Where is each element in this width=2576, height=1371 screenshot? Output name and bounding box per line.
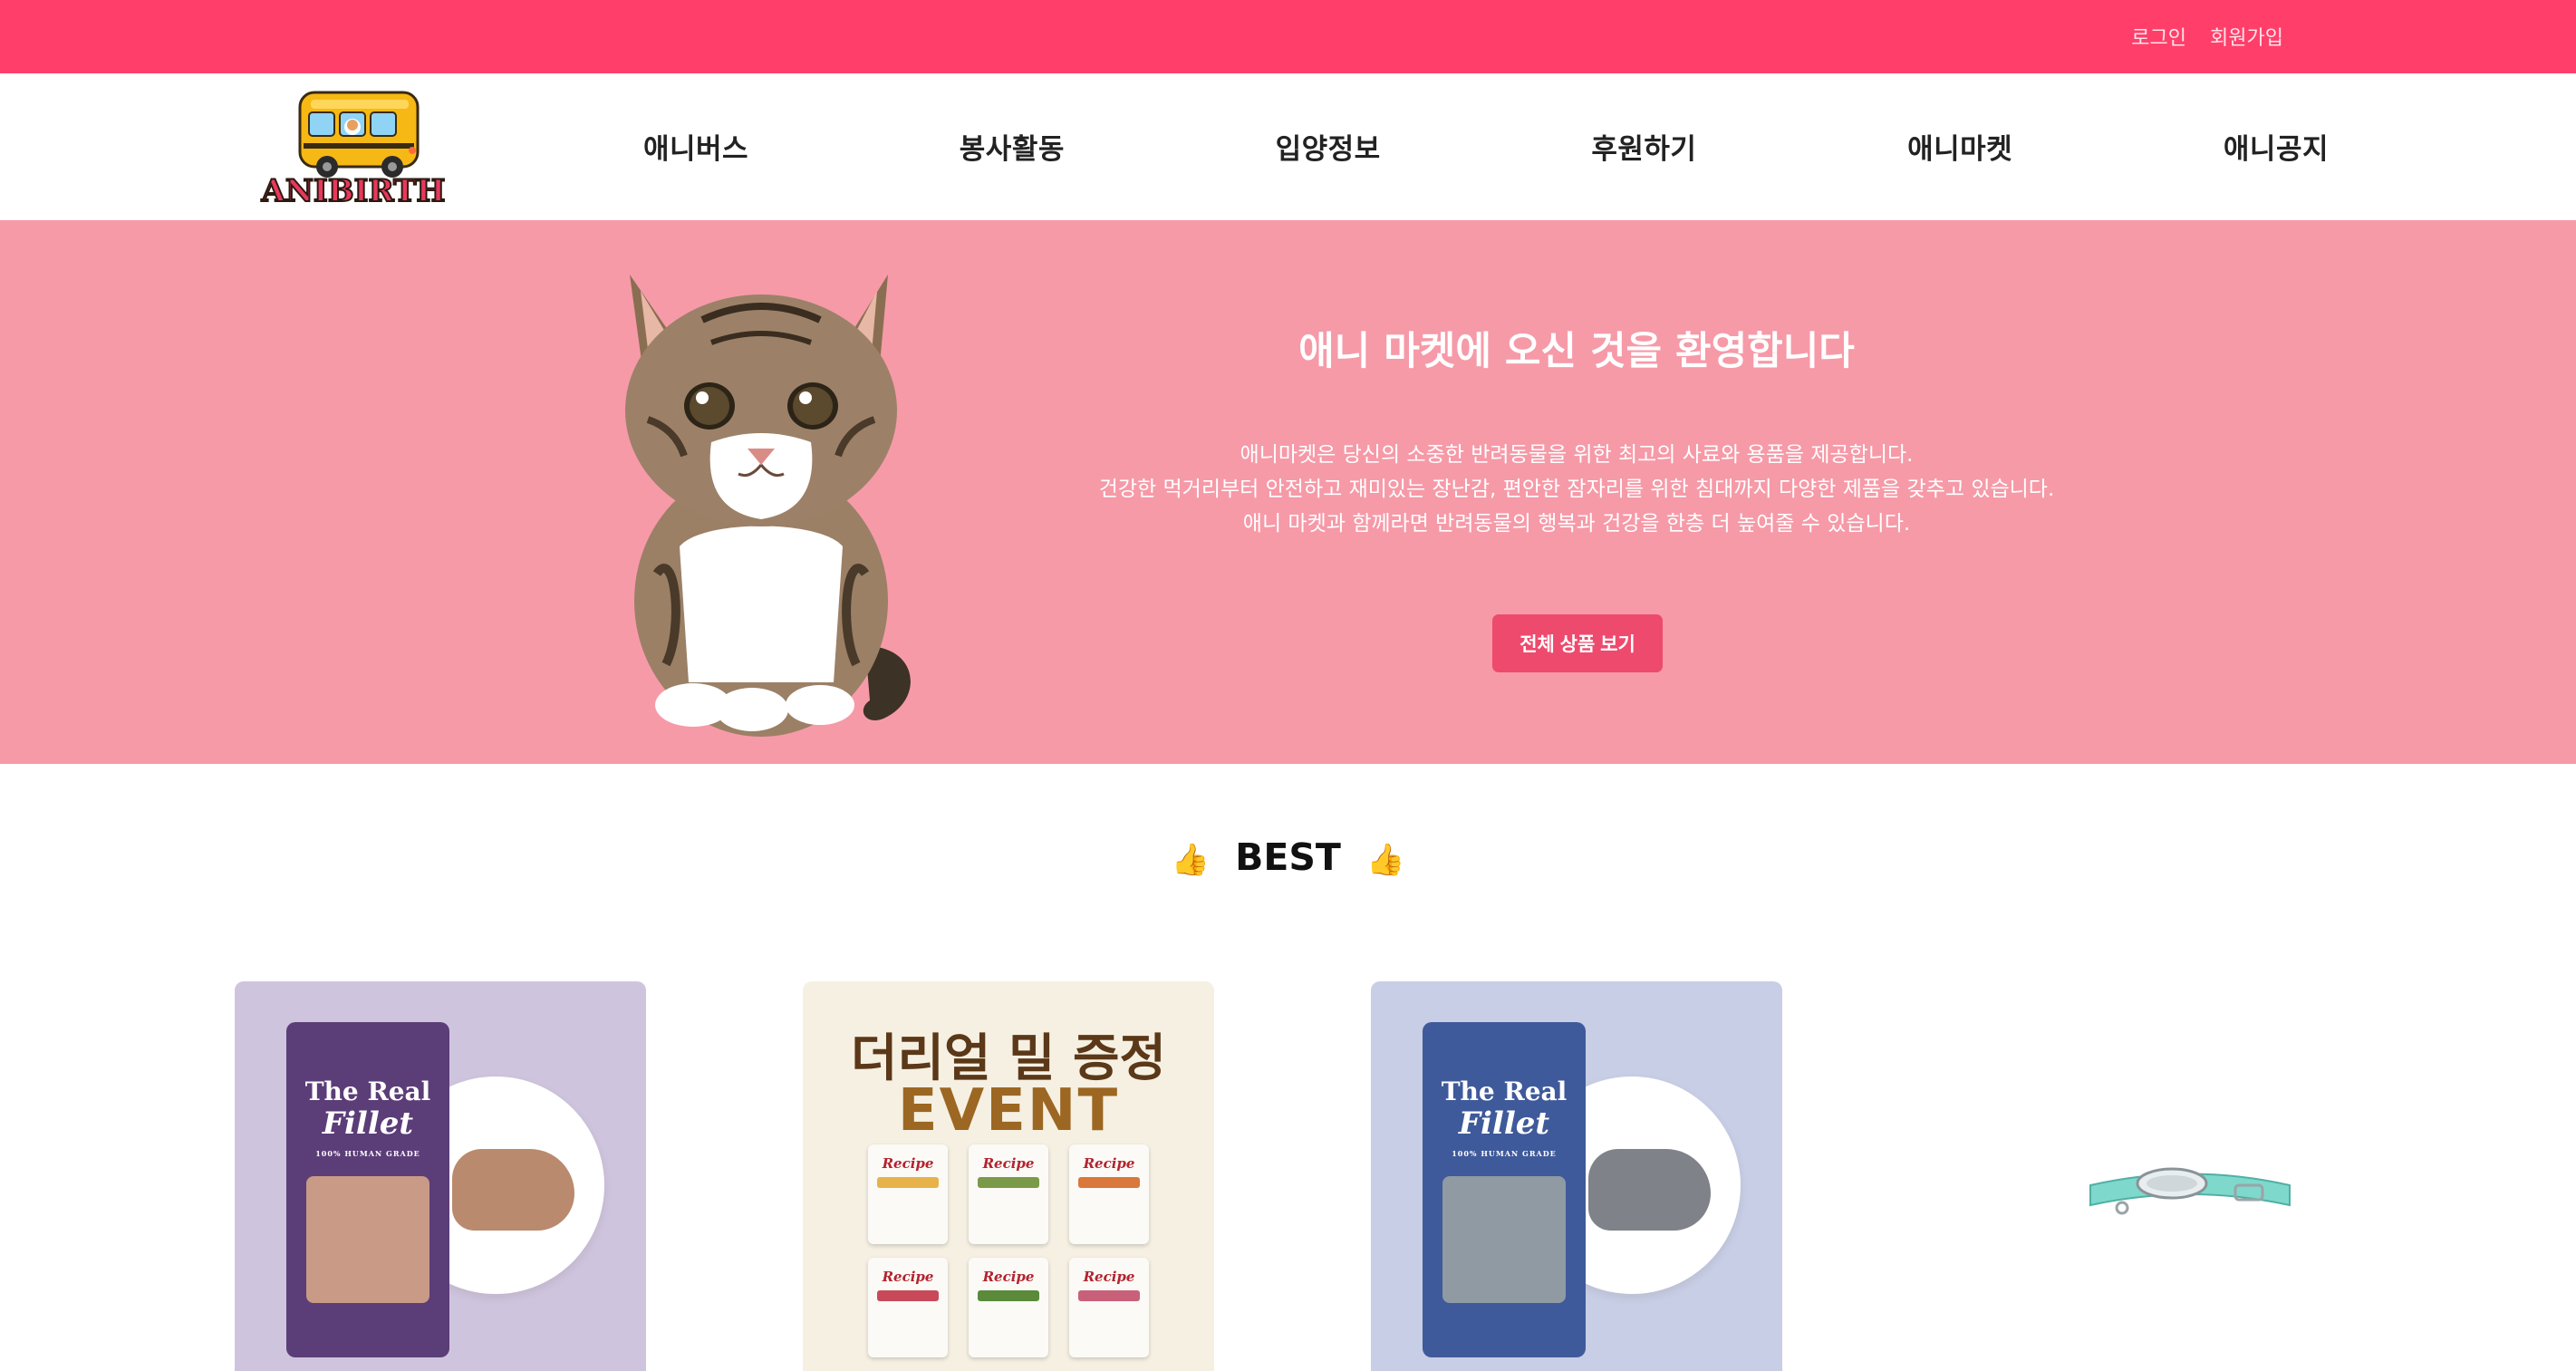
fish-fillet-image	[452, 1149, 574, 1231]
logo-wordmark: ANIBIRTH	[260, 173, 445, 207]
package-window	[1442, 1176, 1566, 1303]
pouch-image: Recipe	[969, 1144, 1048, 1244]
nav-item-volunteer[interactable]: 봉사활동	[960, 126, 1065, 167]
package-window	[306, 1176, 429, 1303]
hero-banner: 애니 마켓에 오신 것을 환영합니다 애니마켓은 당신의 소중한 반려동물을 위…	[0, 220, 2576, 764]
hero-description-line: 애니 마켓과 함께라면 반려동물의 행복과 건강을 한층 더 높여줄 수 있습니…	[1242, 512, 1911, 536]
package-brand: The Real	[304, 1077, 431, 1106]
package-name: Fillet	[322, 1105, 414, 1142]
product-card[interactable]	[1936, 981, 2348, 1371]
event-subtitle: EVENT	[897, 1077, 1120, 1144]
main-nav: ANIBIRTH 애니버스 봉사활동 입양정보 후원하기 애니마켓 애니공지	[0, 73, 2576, 220]
hero-description-line: 애니마켓은 당신의 소중한 반려동물을 위한 최고의 사료와 용품을 제공합니다…	[1240, 443, 1914, 467]
package-name: Fillet	[1458, 1105, 1550, 1142]
best-title-text: BEST	[1235, 835, 1341, 879]
anibirth-logo[interactable]: ANIBIRTH	[256, 87, 451, 207]
thumbs-up-icon: 👍	[1366, 842, 1405, 878]
login-link[interactable]: 로그인	[2131, 22, 2186, 51]
nav-item-donate[interactable]: 후원하기	[1591, 126, 1696, 167]
thumbs-up-icon: 👍	[1171, 842, 1210, 878]
nav-item-notice[interactable]: 애니공지	[2224, 126, 2329, 167]
nav-item-adoption[interactable]: 입양정보	[1276, 126, 1381, 167]
nav-menu: 애니버스 봉사활동 입양정보 후원하기 애니마켓 애니공지	[643, 126, 2329, 167]
view-all-products-button[interactable]: 전체 상품 보기	[1492, 614, 1663, 672]
pouch-image: Recipe	[868, 1258, 948, 1357]
pouch-image: Recipe	[1069, 1144, 1149, 1244]
top-bar: 로그인 회원가입	[0, 0, 2576, 73]
package-grade: 100% HUMAN GRADE	[1452, 1149, 1557, 1158]
pouch-image: Recipe	[1069, 1258, 1149, 1357]
pouch-image: Recipe	[969, 1258, 1048, 1357]
product-card-event[interactable]: 더리얼 밀 증정 EVENT Recipe Recipe Recipe Reci…	[803, 981, 1214, 1371]
product-card[interactable]: The Real Fillet 100% HUMAN GRADE	[1371, 981, 1782, 1371]
package-grade: 100% HUMAN GRADE	[315, 1149, 420, 1158]
hero-description-line: 건강한 먹거리부터 안전하고 재미있는 장난감, 편안한 잠자리를 위한 침대까…	[1098, 478, 2055, 501]
auth-links: 로그인 회원가입	[2131, 22, 2283, 51]
package-brand: The Real	[1441, 1077, 1568, 1106]
fish-fillet-image	[1588, 1149, 1711, 1231]
hero-description: 애니마켓은 당신의 소중한 반려동물을 위한 최고의 사료와 용품을 제공합니다…	[997, 438, 2156, 541]
product-package-image: The Real Fillet 100% HUMAN GRADE	[286, 1022, 449, 1357]
product-package-image: The Real Fillet 100% HUMAN GRADE	[1423, 1022, 1586, 1357]
nav-item-anibus[interactable]: 애니버스	[643, 126, 748, 167]
nav-item-animarket[interactable]: 애니마켓	[1907, 126, 2012, 167]
best-section-title: 👍 BEST 👍	[0, 835, 2576, 879]
pouch-image: Recipe	[868, 1144, 948, 1244]
hero-title: 애니 마켓에 오신 것을 환영합니다	[1298, 329, 1855, 374]
signup-link[interactable]: 회원가입	[2210, 22, 2283, 51]
kitten-image	[625, 275, 911, 737]
pet-collar-image	[2089, 1167, 2291, 1215]
product-card[interactable]: The Real Fillet 100% HUMAN GRADE	[235, 981, 646, 1371]
